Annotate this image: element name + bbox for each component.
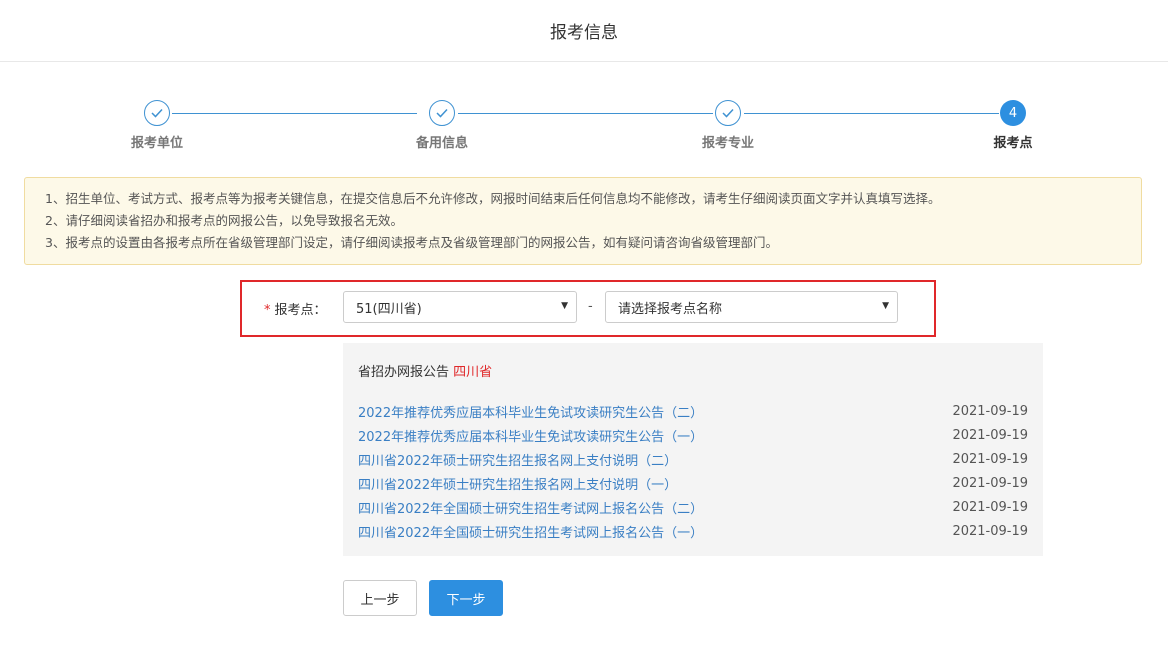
announcement-heading: 省招办网报公告 四川省 [358,365,493,380]
province-value: 51(四川省) [356,301,422,317]
list-item: 四川省2022年全国硕士研究生招生考试网上报名公告（二） 2021-09-19 [358,495,1028,519]
list-item: 四川省2022年全国硕士研究生招生考试网上报名公告（一） 2021-09-19 [358,519,1028,543]
exam-site-selector: * 报考点： 51(四川省) ▼ - 请选择报考点名称 ▼ [240,280,936,337]
step-report-major: 报考专业 [668,100,788,151]
list-item: 2022年推荐优秀应届本科毕业生免试攻读研究生公告（二） 2021-09-19 [358,399,1028,423]
page-title: 报考信息 [550,23,618,43]
step-exam-site: 4 报考点 [953,100,1073,151]
notice-line: 2、请仔细阅读省招办和报考点的网报公告，以免导致报名无效。 [45,213,403,228]
announcement-date: 2021-09-19 [952,499,1028,515]
separator-dash: - [588,299,593,314]
dropdown-arrow-icon: ▼ [561,301,568,311]
step-label: 报考点 [993,136,1033,151]
step-backup-info: 备用信息 [382,100,502,151]
notice-box: 1、招生单位、考试方式、报考点等为报考关键信息，在提交信息后不允许修改，网报时间… [24,177,1142,265]
exam-site-label: * 报考点： [264,303,327,318]
announcement-link[interactable]: 四川省2022年硕士研究生招生报名网上支付说明（一） [358,474,677,493]
page-header: 报考信息 [0,0,1168,62]
check-icon [144,100,170,126]
announcement-link[interactable]: 2022年推荐优秀应届本科毕业生免试攻读研究生公告（二） [358,402,703,421]
list-item: 四川省2022年硕士研究生招生报名网上支付说明（二） 2021-09-19 [358,447,1028,471]
announcement-province: 四川省 [453,365,493,380]
check-icon [715,100,741,126]
announcement-date: 2021-09-19 [952,403,1028,419]
step-label: 报考单位 [130,136,183,151]
dropdown-arrow-icon: ▼ [882,301,889,311]
announcement-date: 2021-09-19 [952,427,1028,443]
announcement-date: 2021-09-19 [952,475,1028,491]
province-select[interactable]: 51(四川省) ▼ [343,291,577,323]
progress-steps: 报考单位 备用信息 报考专业 4 报考点 [0,100,1168,160]
exam-site-select[interactable]: 请选择报考点名称 ▼ [605,291,898,323]
required-mark: * [264,303,271,318]
announcement-link[interactable]: 四川省2022年全国硕士研究生招生考试网上报名公告（一） [358,522,703,541]
step-label: 备用信息 [415,136,468,151]
notice-line: 3、报考点的设置由各报考点所在省级管理部门设定，请仔细阅读报考点及省级管理部门的… [45,235,778,250]
list-item: 2022年推荐优秀应届本科毕业生免试攻读研究生公告（一） 2021-09-19 [358,423,1028,447]
exam-site-placeholder: 请选择报考点名称 [618,301,723,317]
announcement-link[interactable]: 四川省2022年硕士研究生招生报名网上支付说明（二） [358,450,677,469]
step-label: 报考专业 [701,136,754,151]
announcement-link[interactable]: 四川省2022年全国硕士研究生招生考试网上报名公告（二） [358,498,703,517]
step-number: 4 [1000,100,1026,126]
step-report-unit: 报考单位 [97,100,217,151]
announcement-panel: 省招办网报公告 四川省 2022年推荐优秀应届本科毕业生免试攻读研究生公告（二）… [343,343,1043,556]
next-step-button[interactable]: 下一步 [429,580,503,616]
notice-line: 1、招生单位、考试方式、报考点等为报考关键信息，在提交信息后不允许修改，网报时间… [45,191,941,206]
announcement-date: 2021-09-19 [952,451,1028,467]
list-item: 四川省2022年硕士研究生招生报名网上支付说明（一） 2021-09-19 [358,471,1028,495]
announcement-link[interactable]: 2022年推荐优秀应届本科毕业生免试攻读研究生公告（一） [358,426,703,445]
previous-step-button[interactable]: 上一步 [343,580,417,616]
announcement-date: 2021-09-19 [952,523,1028,539]
check-icon [429,100,455,126]
